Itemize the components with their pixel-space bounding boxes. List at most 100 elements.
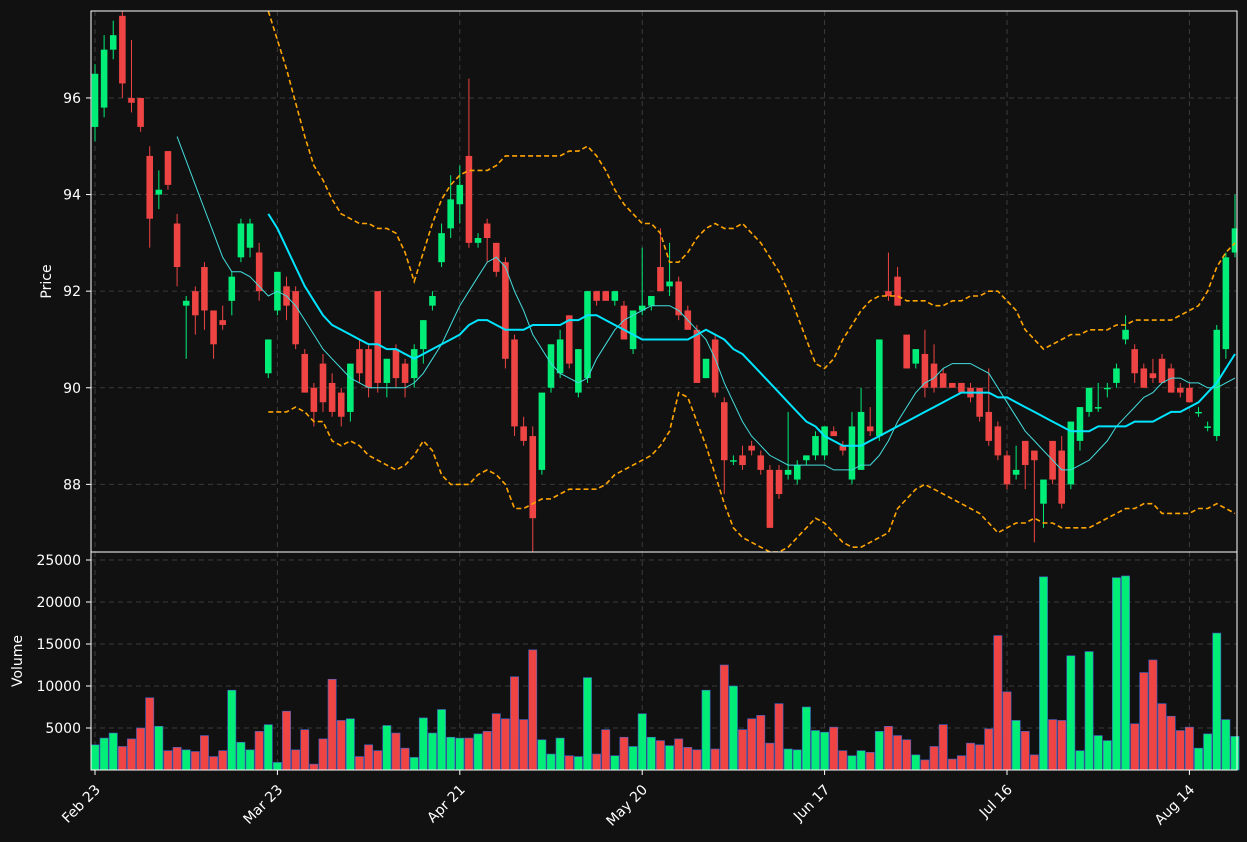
candle-body [1094,407,1102,409]
candle-body [1076,407,1084,441]
candle-body [1085,387,1093,412]
volume-bar [437,709,446,771]
volume-tick-label: 20000 [36,595,81,611]
candle-body [1031,450,1038,461]
volume-bar [145,697,155,771]
candle-body [164,151,172,185]
candle-body [91,73,99,127]
volume-bar [747,718,757,771]
candle-body [757,455,765,470]
volume-bar [428,732,437,771]
candle-body [1186,387,1193,403]
candle-body [903,334,910,369]
candle-body [246,223,254,248]
volume-bar [993,635,1003,771]
candle-body [502,262,509,359]
candle-body [1040,479,1047,504]
volume-bar [1084,651,1094,771]
volume-bar [665,745,674,771]
candle-body [155,189,163,195]
volume-bar [373,750,383,771]
candle-body [793,465,801,480]
volume-bar [355,756,364,771]
volume-bar [847,755,857,771]
volume-bar [127,738,136,771]
volume-bar [519,719,529,771]
volume-bar [683,747,693,771]
candle-body [1131,349,1138,374]
volume-bar [218,750,228,771]
candle-body [584,291,591,379]
volume-bar [510,676,519,771]
candle-body [483,223,491,239]
volume-bar [920,759,930,771]
candle-body [1104,387,1111,390]
volume-bar [610,755,620,771]
candle-body [182,300,190,306]
candle-body [474,238,482,243]
volume-bar [500,718,510,771]
volume-bar [227,689,237,771]
candle-body [593,291,600,301]
volume-bar [1039,576,1048,771]
volume-bar [966,742,975,771]
candle-body [1167,368,1175,393]
candle-body [420,320,427,350]
candle-body [739,455,746,466]
volume-bar [446,736,456,771]
volume-bar [601,729,611,771]
volume-bar [1057,720,1067,771]
volume-bar [801,706,811,771]
volume-bar [418,717,428,771]
candle-body [1222,257,1230,350]
candle-body [985,411,993,441]
candle-body [894,276,901,306]
volume-bar [619,736,629,771]
candle-body [693,329,701,383]
candle-body [438,233,445,263]
candle-body [666,281,673,287]
candle-body [812,436,819,456]
volume-bar [829,726,839,771]
volume-bar [956,755,966,771]
volume-bar [336,720,346,771]
volume-bar [637,713,647,771]
candle-body [337,392,345,417]
volume-bar [792,749,802,771]
volume-bar [181,749,191,771]
volume-bar [911,754,921,771]
volume-bar [692,749,702,771]
volume-bar [738,729,747,771]
volume-bar [1011,720,1021,771]
candle-body [720,402,728,461]
volume-bar [409,757,419,771]
candle-body [465,155,473,243]
volume-bar [884,726,893,771]
volume-bar [546,753,556,771]
volume-bar [1002,691,1012,771]
volume-bar [902,739,912,771]
candle-body [575,349,582,393]
volume-bar [108,732,118,771]
candle-body [456,184,464,205]
candle-body [192,291,199,316]
candle-body [146,155,154,219]
volume-bar [984,728,994,771]
price-tick-label: 90 [63,381,81,397]
volume-bar [583,677,592,771]
volume-bar [200,735,209,771]
volume-bar [628,746,638,771]
candle-body [319,363,327,403]
candle-body [866,426,874,432]
volume-bar [938,724,948,771]
candle-body [356,349,363,374]
volume-bar [674,738,684,771]
candle-body [848,426,856,480]
candle-body [429,295,436,306]
candle-body [1176,387,1184,393]
volume-bar [728,685,738,771]
volume-bar [263,724,273,771]
volume-bar [1112,577,1121,771]
candle-body [410,349,418,379]
volume-bar [482,731,492,771]
